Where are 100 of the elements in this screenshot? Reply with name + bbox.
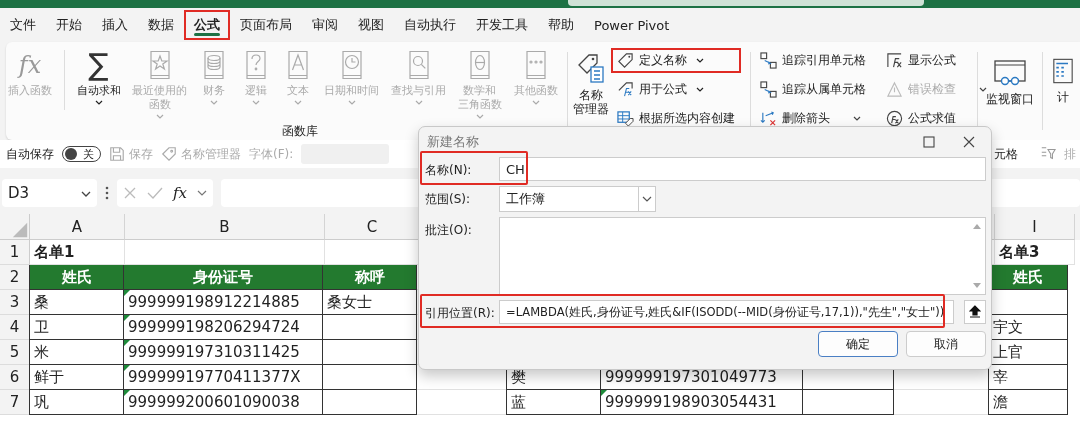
table-cell: 999999198206294724 [123,315,323,340]
question-book-icon [243,50,268,80]
function-sheet-icon [886,52,904,69]
ribbon-button[interactable]: 定义名称 [610,48,741,73]
scope-dropdown[interactable]: 工作簿 [499,186,656,212]
database-book-icon [202,50,227,80]
row-header[interactable]: 7 [0,390,30,415]
table-cell: 999999197310311425 [123,340,323,365]
column-header[interactable]: A [71,217,83,236]
table-cell: 99999919770411377X [123,365,323,390]
table-cell: 鲜于 [29,365,124,390]
toolbar-label: 元格 [994,145,1018,163]
fx-icon: fx [18,51,42,79]
theta-book-icon [467,50,492,80]
ribbon-tab[interactable]: 开始 [46,10,92,40]
upload-arrow-icon [969,305,981,319]
tag-icon [161,146,177,162]
table-cell: 蓝 [506,390,601,415]
group-label: 函数库 [280,124,319,139]
ribbon-tab[interactable]: 文件 [0,10,46,40]
star-book-icon [147,50,172,80]
table-cell: 999999200601090038 [123,390,323,415]
collapse-button[interactable] [964,300,986,324]
table-cell: 澹 [988,390,1068,415]
dialog-button[interactable]: 取消 [906,331,986,357]
name-box[interactable]: D3 [2,179,97,207]
ribbon-tab[interactable]: 视图 [348,10,394,40]
ribbon-tab[interactable]: 审阅 [302,10,348,40]
more-icon[interactable] [105,185,109,201]
close-icon[interactable] [963,136,975,148]
warning-icon [886,81,904,98]
row-header[interactable]: 4 [0,315,30,340]
function-button[interactable]: ∑ 自动求和 [74,46,123,105]
cancel-icon[interactable] [123,186,137,200]
calculator-icon [1053,56,1074,86]
name-manager-button[interactable]: 名称 管理器 [570,46,611,116]
trace-arrow-icon [760,52,778,69]
trace-arrow-icon [760,81,778,98]
check-icon[interactable] [147,186,163,200]
scroll-up-icon[interactable] [973,224,981,229]
column-header[interactable]: I [1032,217,1037,236]
remove-arrows-icon [760,110,778,127]
table-cell: 桑 [29,290,124,315]
ribbon-tab[interactable]: Power Pivot [584,11,680,39]
table-cell: 米 [29,340,124,365]
sort-filter-icon [1040,146,1056,162]
caret-icon [197,190,207,196]
header-cell: 身份证号 [123,265,323,290]
maximize-icon[interactable] [923,136,935,148]
table-cell: 999999198912214885 [123,290,323,315]
letter-book-icon [285,50,310,80]
ribbon-tab[interactable]: 数据 [138,10,184,40]
column-header[interactable]: B [219,217,230,236]
ribbon-button[interactable]: 用于公式 [610,77,741,102]
table-cell: 卫 [29,315,124,340]
ribbon-tab[interactable]: 页面布局 [230,10,302,40]
field-label: 引用位置(R): [425,305,496,322]
row-header[interactable]: 2 [0,265,30,290]
refers-to-field[interactable]: =LAMBDA(姓氏,身份证号,姓氏&IF(ISODD(--MID(身份证号,17,1)),"先生","女士")) [499,300,954,324]
field-label: 批注(O): [425,222,473,239]
autosave-label: 自动保存 [6,145,54,163]
dialog-title: 新建名称 [427,133,479,151]
table-cell: 宰 [988,365,1068,390]
header-cell: 称呼 [322,265,417,290]
clock-book-icon [339,50,364,80]
chevron-down-icon [642,196,652,202]
dialog-button[interactable]: 确定 [818,331,898,357]
header-cell: 姓氏 [29,265,124,290]
ribbon-button[interactable]: 追踪引用单元格 [754,48,873,73]
magnifier-book-icon [406,50,431,80]
table-cell: 桑女士 [322,290,417,315]
save-icon [109,146,125,162]
row-header[interactable]: 1 [0,240,30,265]
ribbon-tab[interactable]: 帮助 [538,10,584,40]
row-header[interactable]: 3 [0,290,30,315]
ribbon-tab[interactable]: 插入 [92,10,138,40]
tag-icon [616,52,634,69]
calculation-button[interactable]: 计 [1046,46,1080,140]
ribbon-button[interactable]: 根据所选内容创建 [610,106,741,131]
font-label: 字体(F): [249,145,294,163]
row-header[interactable]: 5 [0,340,30,365]
comment-field[interactable] [499,217,986,295]
insert-function-button[interactable]: fx [173,184,187,202]
field-label: 范围(S): [425,191,472,208]
name-field[interactable]: CH [499,157,986,181]
ribbon-tab[interactable]: 开发工具 [466,10,538,40]
toolbar-label: 排 [1064,145,1076,163]
row-header[interactable]: 6 [0,365,30,390]
tag-function-icon [616,81,634,98]
ribbon-tab[interactable]: 自动执行 [394,10,466,40]
column-header[interactable]: C [366,217,378,236]
field-label: 名称(N): [425,162,473,179]
ribbon-tab[interactable]: 公式 [184,10,230,40]
function-circle-icon [886,110,904,127]
dots-book-icon [523,50,548,80]
table-cell: 999999198903054431 [600,390,803,415]
table-cell: 巩 [29,390,124,415]
scroll-down-icon[interactable] [973,283,981,288]
sigma-icon: ∑ [88,48,109,82]
ribbon-button[interactable]: 追踪从属单元格 [754,77,873,102]
